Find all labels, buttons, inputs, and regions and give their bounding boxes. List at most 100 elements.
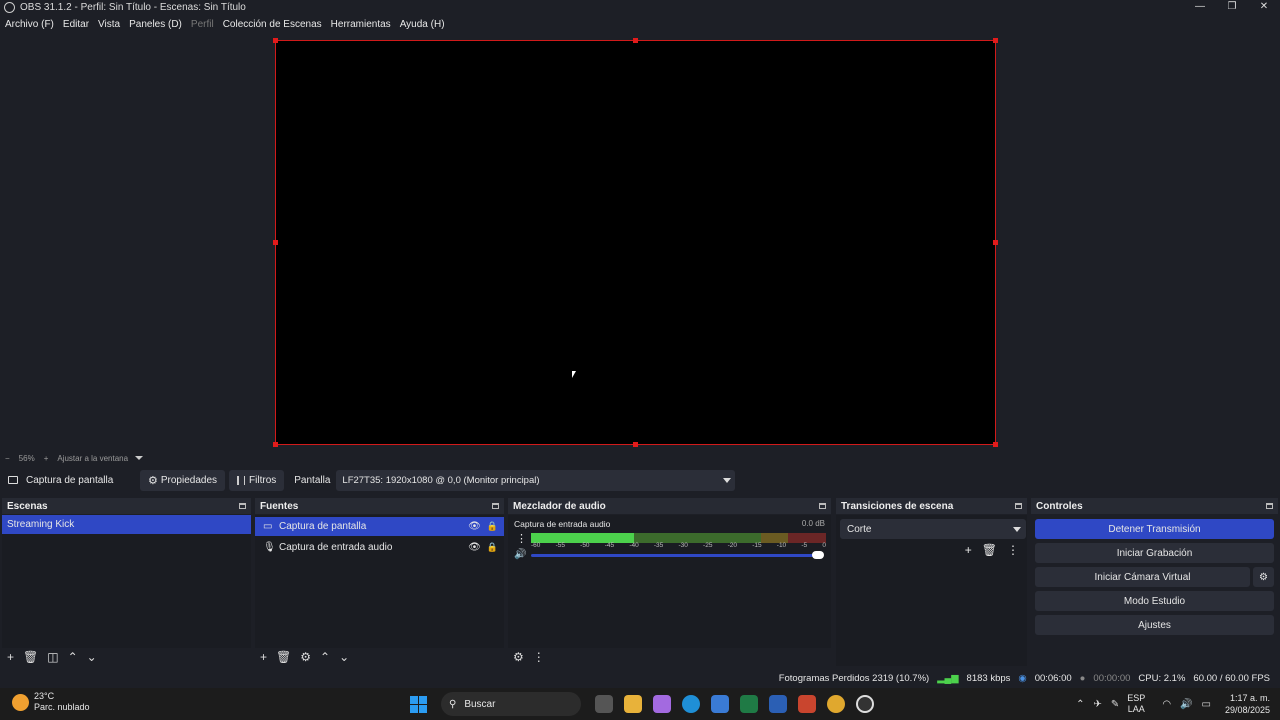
more-options-icon[interactable]: ⋮ (533, 650, 545, 664)
stop-streaming-button[interactable]: Detener Transmisión (1035, 519, 1274, 539)
battery-icon[interactable]: ▭ (1202, 699, 1211, 710)
scene-item[interactable]: Streaming Kick (2, 515, 251, 534)
pen-icon[interactable]: ✎ (1111, 699, 1119, 710)
undock-icon[interactable] (239, 503, 246, 509)
move-up-icon[interactable]: ⌃ (320, 650, 330, 664)
lock-icon[interactable]: 🔒 (487, 542, 498, 553)
menu-herramientas[interactable]: Herramientas (331, 19, 391, 30)
language-indicator[interactable]: ESP LAA (1127, 693, 1145, 715)
transition-select[interactable]: Corte (840, 519, 1026, 539)
windows-start-icon[interactable] (410, 695, 427, 713)
undock-icon[interactable] (819, 503, 826, 509)
menu-coleccion-escenas[interactable]: Colección de Escenas (223, 19, 322, 30)
clock[interactable]: 1:17 a. m. 29/08/2025 (1225, 692, 1270, 716)
microphone-icon: 🎙 (263, 542, 276, 553)
move-up-icon[interactable]: ⌃ (68, 650, 78, 664)
add-icon[interactable]: + (7, 650, 14, 664)
eye-icon[interactable]: 👁 (468, 521, 481, 532)
more-options-icon[interactable]: ⋮ (1007, 543, 1019, 557)
advanced-audio-icon[interactable]: ⚙ (513, 650, 524, 664)
menu-editar[interactable]: Editar (63, 19, 89, 30)
virtual-camera-settings-button[interactable]: ⚙ (1253, 567, 1274, 587)
more-options-icon[interactable]: ⋮ (516, 532, 527, 545)
window-controls: — ❐ ✕ (1184, 0, 1280, 15)
sources-list: ▭ Captura de pantalla 👁 🔒 🎙 Captura de e… (255, 515, 504, 648)
store-icon[interactable] (711, 695, 729, 713)
menu-archivo[interactable]: Archivo (F) (5, 19, 54, 30)
file-explorer-icon[interactable] (624, 695, 642, 713)
restore-icon[interactable]: ❐ (1216, 0, 1248, 15)
scale-tick: -60 (531, 542, 541, 549)
source-item-label: Captura de entrada audio (279, 542, 393, 553)
weather-widget[interactable]: 23°C Parc. nublado (12, 691, 90, 713)
resize-handle[interactable] (273, 38, 278, 43)
close-icon[interactable]: ✕ (1248, 0, 1280, 15)
preview-canvas[interactable] (273, 38, 998, 447)
word-icon[interactable] (769, 695, 787, 713)
resize-handle[interactable] (633, 442, 638, 447)
chrome-icon[interactable] (827, 695, 845, 713)
menu-paneles[interactable]: Paneles (D) (129, 19, 182, 30)
taskbar-search[interactable]: ⚲ Buscar (441, 692, 581, 716)
speaker-icon[interactable]: 🔊 (514, 549, 526, 560)
source-item[interactable]: ▭ Captura de pantalla 👁 🔒 (255, 517, 504, 536)
filters-button[interactable]: Filtros (229, 469, 285, 491)
zoom-out-button[interactable]: − (5, 454, 10, 463)
eye-icon[interactable]: 👁 (468, 542, 481, 553)
sources-header: Fuentes (255, 498, 504, 514)
title-bar: OBS 31.1.2 - Perfil: Sin Título - Escena… (0, 0, 1280, 15)
studio-mode-button[interactable]: Modo Estudio (1035, 591, 1274, 611)
chevron-down-icon (1013, 527, 1021, 532)
chevron-down-icon[interactable] (135, 456, 144, 460)
volume-icon[interactable]: 🔊 (1180, 699, 1192, 710)
resize-handle[interactable] (993, 240, 998, 245)
zoom-in-button[interactable]: + (44, 454, 49, 463)
undock-icon[interactable] (492, 503, 499, 509)
powerpoint-icon[interactable] (798, 695, 816, 713)
task-view-icon[interactable] (595, 695, 613, 713)
display-select[interactable]: LF27T35: 1920x1080 @ 0,0 (Monitor princi… (336, 469, 736, 491)
chevron-up-icon[interactable]: ⌃ (1076, 699, 1084, 710)
clock-date: 29/08/2025 (1224, 705, 1270, 715)
filter-icon[interactable]: ◫ (47, 650, 58, 664)
resize-handle[interactable] (273, 442, 278, 447)
properties-button[interactable]: ⚙ Propiedades (140, 469, 226, 491)
menu-perfil[interactable]: Perfil (191, 19, 214, 30)
source-item[interactable]: 🎙 Captura de entrada audio 👁 🔒 (255, 538, 504, 557)
network-off-icon[interactable]: ✈ (1094, 699, 1102, 710)
resize-handle[interactable] (993, 38, 998, 43)
move-down-icon[interactable]: ⌄ (339, 650, 349, 664)
wifi-icon[interactable]: ◠ (1162, 699, 1171, 710)
resize-handle[interactable] (273, 240, 278, 245)
lock-icon[interactable]: 🔒 (487, 521, 498, 532)
preview-area[interactable] (0, 33, 1280, 451)
monitor-icon: ▭ (263, 521, 273, 532)
volume-slider-thumb[interactable] (812, 551, 824, 559)
trash-icon[interactable]: 🗑 (982, 543, 997, 557)
menu-vista[interactable]: Vista (98, 19, 120, 30)
search-icon: ⚲ (449, 698, 457, 710)
minimize-icon[interactable]: — (1184, 0, 1216, 15)
fit-to-window-button[interactable]: Ajustar a la ventana (57, 454, 128, 463)
gear-icon[interactable]: ⚙ (300, 650, 311, 664)
undock-icon[interactable] (1015, 503, 1022, 509)
copilot-icon[interactable] (653, 695, 671, 713)
add-icon[interactable]: + (260, 650, 267, 664)
add-icon[interactable]: + (965, 543, 972, 557)
trash-icon[interactable]: 🗑 (23, 650, 38, 664)
undock-icon[interactable] (1266, 503, 1273, 509)
resize-handle[interactable] (993, 442, 998, 447)
menu-ayuda[interactable]: Ayuda (H) (400, 19, 445, 30)
start-recording-button[interactable]: Iniciar Grabación (1035, 543, 1274, 563)
excel-icon[interactable] (740, 695, 758, 713)
obs-icon[interactable] (856, 695, 874, 713)
resize-handle[interactable] (633, 38, 638, 43)
edge-icon[interactable] (682, 695, 700, 713)
settings-button[interactable]: Ajustes (1035, 615, 1274, 635)
trash-icon[interactable]: 🗑 (276, 650, 291, 664)
start-virtual-camera-button[interactable]: Iniciar Cámara Virtual (1035, 567, 1250, 587)
scale-tick: -30 (678, 542, 688, 549)
move-down-icon[interactable]: ⌄ (87, 650, 97, 664)
volume-slider[interactable] (531, 551, 824, 559)
sources-toolbar: + 🗑 ⚙ ⌃ ⌄ (255, 648, 504, 666)
